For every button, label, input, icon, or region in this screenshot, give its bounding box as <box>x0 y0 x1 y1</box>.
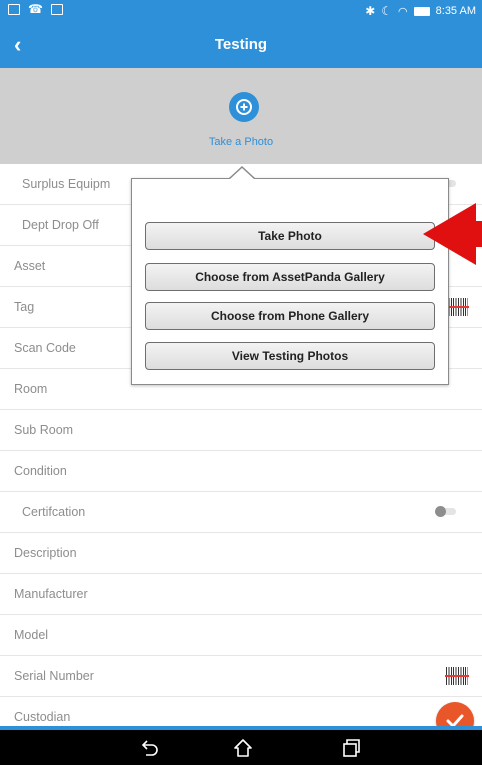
form-row-manufacturer[interactable]: Manufacturer <box>0 574 482 615</box>
field-label: Scan Code <box>14 341 76 355</box>
moon-icon: ☾ <box>381 4 393 18</box>
photo-section: Take a Photo <box>0 68 482 164</box>
app-bar: ‹ Testing <box>0 24 482 68</box>
phone-icon: ☎ <box>28 2 43 16</box>
field-label: Dept Drop Off <box>22 218 99 232</box>
screen-icon <box>8 4 20 15</box>
bluetooth-icon: ✱ <box>365 4 376 18</box>
nav-back-icon[interactable] <box>138 737 160 759</box>
add-photo-icon[interactable] <box>229 92 259 122</box>
mail-icon <box>50 4 63 15</box>
form-row-description[interactable]: Description <box>0 533 482 574</box>
nav-home-icon[interactable] <box>232 737 254 759</box>
field-label: Condition <box>14 464 67 478</box>
field-label: Description <box>14 546 77 560</box>
field-label: Tag <box>14 300 35 314</box>
field-label: Sub Room <box>14 423 74 437</box>
field-label: Surplus Equipm <box>22 177 111 191</box>
form-row-model[interactable]: Model <box>0 615 482 656</box>
status-bar: ☎ ✱ ☾ ◠ 8:35 AM <box>0 0 482 24</box>
field-label: Certifcation <box>22 505 86 519</box>
barcode-scan-icon[interactable] <box>445 298 469 318</box>
nav-recents-icon[interactable] <box>340 737 362 759</box>
field-label: Custodian <box>14 710 71 724</box>
form-row-sub-room[interactable]: Sub Room <box>0 410 482 451</box>
field-label: Asset <box>14 259 46 273</box>
take-photo-button[interactable]: Take Photo <box>145 222 435 250</box>
form-row-certification[interactable]: Certifcation <box>0 492 482 533</box>
status-time: 8:35 AM <box>435 5 476 17</box>
page-title: Testing <box>214 36 268 53</box>
system-icons: ✱ ☾ ◠ 8:35 AM <box>365 4 476 18</box>
toggle-switch[interactable] <box>435 506 456 517</box>
photo-options-popup: Take Photo Choose from AssetPanda Galler… <box>131 178 449 385</box>
take-photo-label[interactable]: Take a Photo <box>0 136 482 148</box>
red-annotation-arrow-icon <box>423 203 482 265</box>
view-testing-photos-button[interactable]: View Testing Photos <box>145 342 435 370</box>
notification-icons: ☎ <box>8 2 63 16</box>
android-nav-bar <box>0 730 482 765</box>
field-label: Serial Number <box>14 669 94 683</box>
wifi-icon: ◠ <box>398 5 408 18</box>
popup-caret-fill <box>230 168 254 179</box>
field-label: Manufacturer <box>14 587 88 601</box>
battery-icon <box>413 6 430 16</box>
form-row-serial-number[interactable]: Serial Number <box>0 656 482 697</box>
field-label: Room <box>14 382 48 396</box>
form-row-condition[interactable]: Condition <box>0 451 482 492</box>
barcode-scan-icon[interactable] <box>445 667 469 687</box>
field-label: Model <box>14 628 49 642</box>
choose-phone-gallery-button[interactable]: Choose from Phone Gallery <box>145 302 435 330</box>
choose-assetpanda-gallery-button[interactable]: Choose from AssetPanda Gallery <box>145 263 435 291</box>
